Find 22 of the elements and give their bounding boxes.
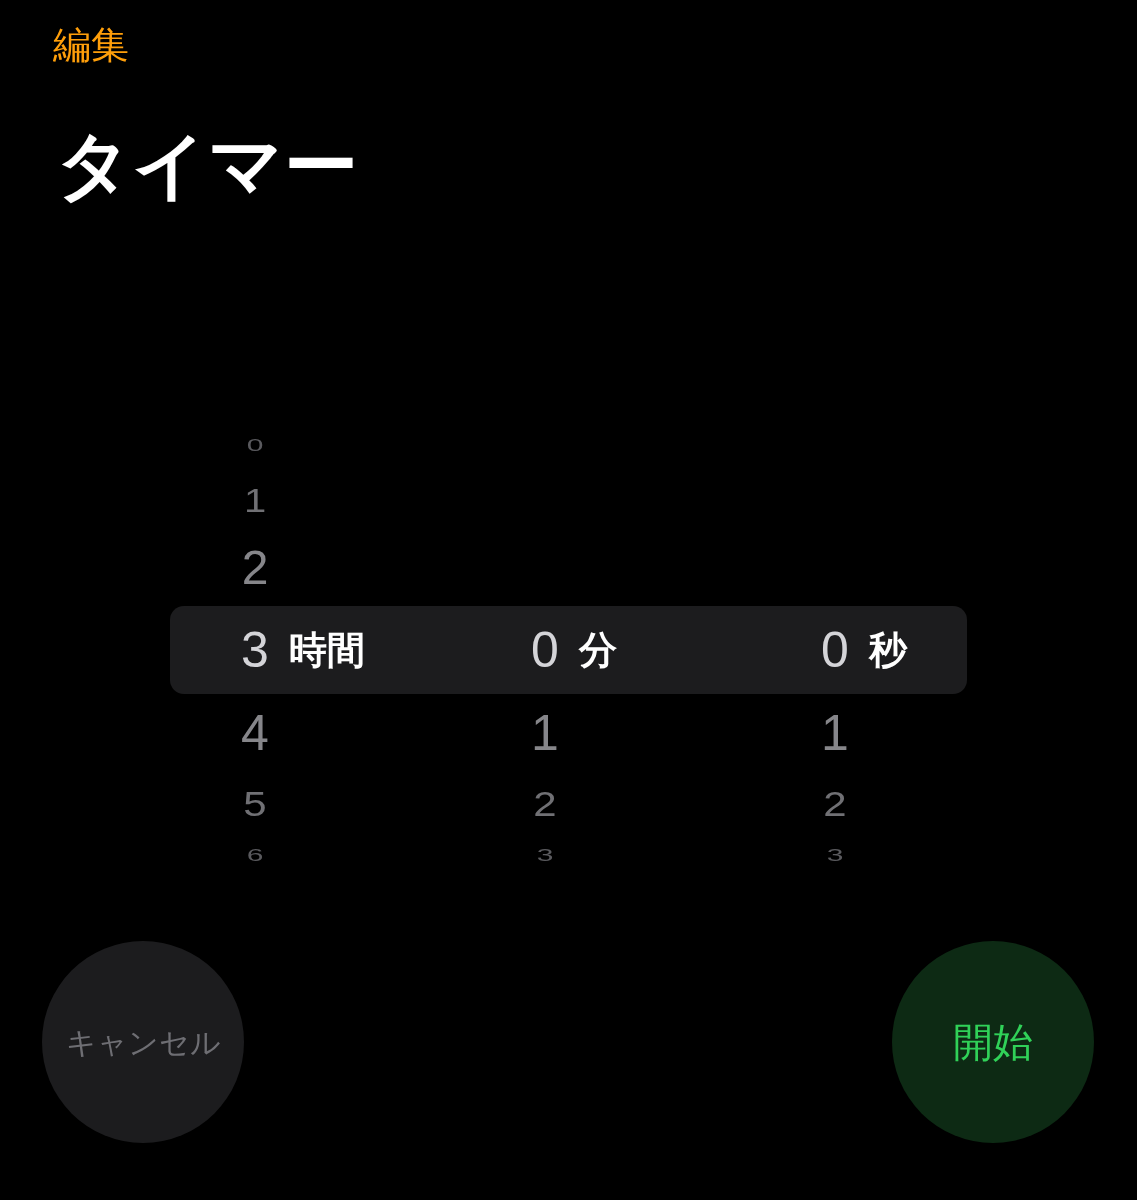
picker-number[interactable]: 3 [826, 846, 844, 864]
picker-number[interactable]: 2 [241, 544, 269, 592]
picker-number[interactable]: 2 [823, 785, 847, 822]
picker-number[interactable]: 3 [536, 846, 554, 864]
picker-number[interactable]: 0 [821, 625, 849, 675]
picker-number[interactable]: 4 [241, 708, 269, 758]
picker-number[interactable]: 0 [246, 436, 264, 454]
picker-number[interactable]: 1 [531, 708, 559, 758]
unit-label: 時間 [289, 626, 365, 674]
page-title: タイマー [56, 121, 359, 210]
picker-number[interactable]: 1 [821, 708, 849, 758]
cancel-button[interactable]: キャンセル [42, 941, 244, 1143]
picker-number[interactable]: 5 [243, 785, 267, 822]
picker-number[interactable]: 6 [246, 846, 264, 864]
picker-number[interactable]: 1 [243, 483, 267, 517]
picker-number[interactable]: 3 [241, 625, 269, 675]
unit-label: 分 [579, 626, 617, 674]
edit-link[interactable]: 編集 [53, 23, 129, 67]
unit-label: 秒 [869, 626, 907, 674]
picker-number[interactable]: 2 [533, 785, 557, 822]
picker-number[interactable]: 0 [531, 625, 559, 675]
start-button[interactable]: 開始 [892, 941, 1094, 1143]
